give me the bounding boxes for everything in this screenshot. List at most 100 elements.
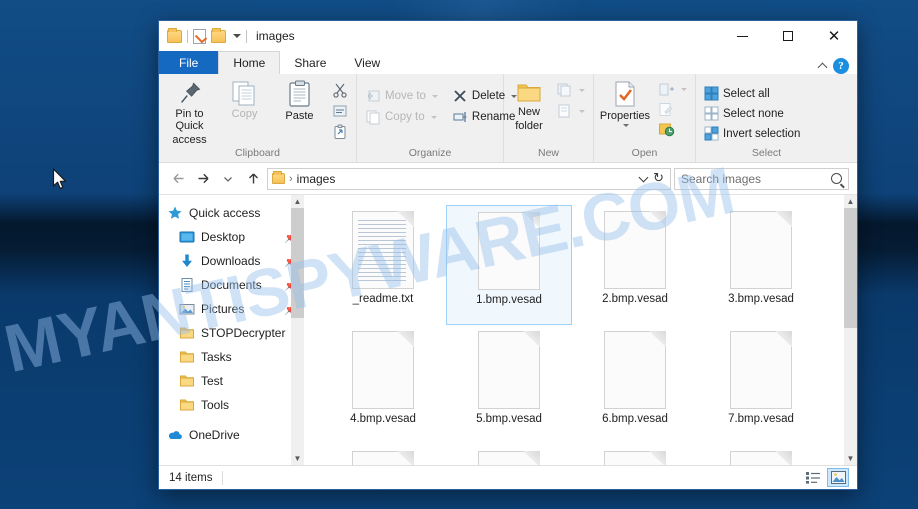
folder-icon[interactable] bbox=[167, 27, 182, 43]
delete-label: Delete bbox=[471, 90, 506, 102]
address-bar[interactable]: › images ↻ bbox=[267, 167, 671, 190]
maximize-button[interactable] bbox=[765, 21, 811, 51]
file-item-partial[interactable] bbox=[320, 445, 446, 465]
scroll-down-icon[interactable]: ▼ bbox=[291, 452, 304, 465]
paste-button[interactable]: Paste bbox=[273, 78, 326, 122]
file-item[interactable]: 4.bmp.vesad bbox=[320, 325, 446, 445]
back-button[interactable] bbox=[167, 168, 189, 190]
chevron-down-icon[interactable] bbox=[681, 88, 687, 91]
text-lines bbox=[358, 220, 406, 281]
chevron-down-icon[interactable] bbox=[431, 94, 438, 98]
help-icon[interactable]: ? bbox=[833, 58, 849, 74]
sidebar-item-test[interactable]: Test bbox=[159, 369, 304, 393]
file-item[interactable]: 7.bmp.vesad bbox=[698, 325, 824, 445]
details-view-button[interactable] bbox=[802, 468, 824, 487]
copy-to-button[interactable]: Copy to bbox=[361, 107, 442, 127]
open-button[interactable] bbox=[654, 80, 691, 99]
sidebar-item-documents[interactable]: Documents 📌 bbox=[159, 273, 304, 297]
copy-icon bbox=[232, 81, 254, 106]
new-item-icon bbox=[557, 83, 571, 97]
file-item[interactable]: 2.bmp.vesad bbox=[572, 205, 698, 325]
properties-icon[interactable] bbox=[193, 28, 206, 44]
chevron-down-icon[interactable] bbox=[579, 109, 585, 113]
ribbon-group-label-organize: Organize bbox=[408, 147, 452, 159]
scroll-up-icon[interactable]: ▲ bbox=[844, 195, 857, 208]
file-item-partial[interactable] bbox=[572, 445, 698, 465]
chevron-down-icon[interactable] bbox=[430, 115, 437, 119]
address-dropdown-icon[interactable] bbox=[638, 172, 649, 182]
sidebar-item-stopdecrypter[interactable]: STOPDecrypter bbox=[159, 321, 304, 345]
sidebar-item-tools[interactable]: Tools bbox=[159, 393, 304, 417]
file-sheet bbox=[604, 331, 666, 409]
search-input[interactable]: Search images bbox=[674, 167, 849, 190]
history-button[interactable] bbox=[654, 120, 691, 139]
chevron-down-icon[interactable] bbox=[623, 124, 629, 127]
edit-button[interactable] bbox=[654, 100, 691, 119]
tab-share[interactable]: Share bbox=[280, 51, 340, 74]
copy-path-button[interactable] bbox=[328, 101, 352, 121]
copy-button[interactable]: Copy bbox=[218, 78, 271, 120]
navigation-bar: › images ↻ Search images bbox=[159, 163, 857, 194]
file-sheet bbox=[352, 331, 414, 409]
sidebar-item-label: Documents bbox=[201, 278, 262, 292]
sidebar-item-downloads[interactable]: Downloads 📌 bbox=[159, 249, 304, 273]
invert-selection-button[interactable]: Invert selection bbox=[700, 124, 804, 143]
scroll-thumb[interactable] bbox=[844, 208, 857, 328]
breadcrumb-separator: › bbox=[289, 172, 293, 185]
sidebar-item-onedrive[interactable]: OneDrive bbox=[159, 423, 304, 447]
file-item-partial[interactable] bbox=[446, 445, 572, 465]
scroll-down-icon[interactable]: ▼ bbox=[844, 452, 857, 465]
sidebar-item-label: STOPDecrypter bbox=[201, 326, 286, 340]
file-item[interactable]: 6.bmp.vesad bbox=[572, 325, 698, 445]
sidebar-item-pictures[interactable]: Pictures 📌 bbox=[159, 297, 304, 321]
pin-to-quick-access-button[interactable]: Pin to Quick access bbox=[163, 78, 216, 146]
sidebar-item-tasks[interactable]: Tasks bbox=[159, 345, 304, 369]
file-list-pane[interactable]: _readme.txt 1.bmp.vesad 2.bmp.vesad 3.bmp.v… bbox=[304, 195, 857, 465]
select-none-button[interactable]: Select none bbox=[700, 104, 804, 123]
file-item[interactable]: 1.bmp.vesad bbox=[446, 205, 572, 325]
tab-home[interactable]: Home bbox=[218, 51, 281, 74]
file-name-label: 6.bmp.vesad bbox=[602, 413, 668, 425]
close-button[interactable]: ✕ bbox=[811, 21, 857, 51]
up-button[interactable] bbox=[242, 168, 264, 190]
sidebar-item-quick-access[interactable]: Quick access bbox=[159, 201, 304, 225]
file-name-label: 7.bmp.vesad bbox=[728, 413, 794, 425]
file-item[interactable]: _readme.txt bbox=[320, 205, 446, 325]
new-folder-icon[interactable] bbox=[211, 27, 226, 43]
new-item-button[interactable] bbox=[552, 80, 589, 100]
open-icon bbox=[659, 83, 674, 96]
large-icons-view-button[interactable] bbox=[827, 468, 849, 487]
chevron-down-icon[interactable] bbox=[579, 88, 585, 92]
select-none-label: Select none bbox=[723, 107, 784, 120]
recent-locations-button[interactable] bbox=[217, 168, 239, 190]
paste-shortcut-button[interactable] bbox=[328, 122, 352, 142]
scroll-track[interactable] bbox=[844, 208, 857, 452]
desktop-background: MYANTISPYWARE.COM images ✕ File Home Sha… bbox=[0, 0, 918, 509]
sidebar-item-desktop[interactable]: Desktop 📌 bbox=[159, 225, 304, 249]
scroll-track[interactable] bbox=[291, 208, 304, 452]
file-item-partial[interactable] bbox=[698, 445, 824, 465]
minimize-button[interactable] bbox=[719, 21, 765, 51]
customize-qat-caret-icon[interactable] bbox=[233, 34, 241, 38]
scroll-up-icon[interactable]: ▲ bbox=[291, 195, 304, 208]
file-pane-scrollbar[interactable]: ▲ ▼ bbox=[844, 195, 857, 465]
copy-to-label: Copy to bbox=[385, 111, 425, 123]
collapse-ribbon-icon[interactable] bbox=[817, 62, 828, 73]
file-sheet bbox=[730, 331, 792, 409]
tab-file[interactable]: File bbox=[159, 51, 219, 74]
file-item[interactable]: 3.bmp.vesad bbox=[698, 205, 824, 325]
cut-button[interactable] bbox=[328, 80, 352, 100]
copy-label: Copy bbox=[231, 108, 258, 120]
forward-button[interactable] bbox=[192, 168, 214, 190]
navigation-pane-scrollbar[interactable]: ▲ ▼ bbox=[291, 195, 304, 465]
tab-view[interactable]: View bbox=[340, 51, 394, 74]
new-folder-button[interactable]: New folder bbox=[508, 78, 550, 132]
properties-button[interactable]: Properties bbox=[598, 78, 652, 127]
scroll-thumb[interactable] bbox=[291, 208, 304, 318]
file-item[interactable]: 5.bmp.vesad bbox=[446, 325, 572, 445]
move-to-button[interactable]: Move to bbox=[361, 86, 442, 106]
refresh-icon[interactable]: ↻ bbox=[653, 171, 664, 186]
select-all-button[interactable]: Select all bbox=[700, 84, 804, 103]
easy-access-button[interactable] bbox=[552, 101, 589, 121]
file-explorer-window: images ✕ File Home Share View ? Pin to Q… bbox=[158, 20, 858, 490]
